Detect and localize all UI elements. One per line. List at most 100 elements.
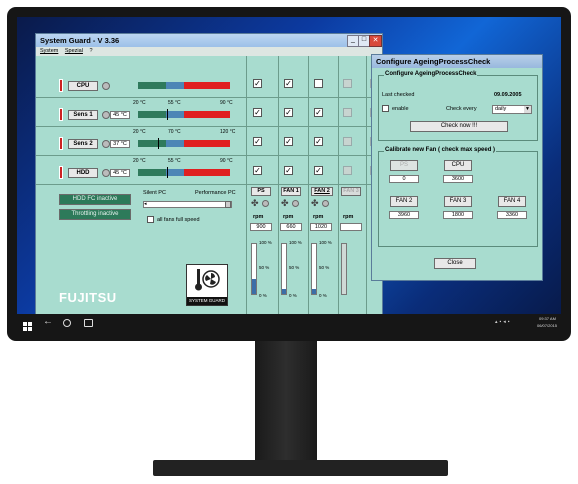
thermometer-fan-icon xyxy=(195,269,220,291)
check-every-select[interactable]: daily ▼ xyxy=(492,105,532,114)
sensor-range-high xyxy=(184,140,230,147)
grid-checkbox[interactable] xyxy=(343,79,352,88)
grid-checkbox[interactable]: ✓ xyxy=(314,137,323,146)
grid-checkbox[interactable]: ✓ xyxy=(284,166,293,175)
all-fans-checkbox[interactable] xyxy=(147,216,154,223)
taskbar-time: 09:37 AM xyxy=(539,316,556,321)
fan-button[interactable]: PS xyxy=(251,187,271,196)
grid-checkbox[interactable] xyxy=(314,79,323,88)
fan-scale-label: 50 % xyxy=(319,265,330,270)
last-checked-value: 09.09.2005 xyxy=(494,92,522,98)
grid-checkbox[interactable] xyxy=(343,108,352,117)
calibrate-fan-button[interactable]: PS xyxy=(390,160,418,171)
calibrate-fan-button[interactable]: CPU xyxy=(444,160,472,171)
slider-left-arrow[interactable]: ◂ xyxy=(144,202,150,207)
sensor-level-marker xyxy=(158,138,159,149)
sensor-scale-label: 90 °C xyxy=(220,100,233,106)
fan-scale-label: 100 % xyxy=(259,240,272,245)
throttling-button[interactable]: Throttling inactive xyxy=(59,209,131,220)
fan-scale-label: 100 % xyxy=(319,240,332,245)
grid-checkbox[interactable]: ✓ xyxy=(314,166,323,175)
enable-checkbox[interactable] xyxy=(382,105,389,112)
fan-button[interactable]: FAN 2 xyxy=(311,187,333,196)
fan-icon: ✤ xyxy=(251,198,259,208)
fan-scale-label: 50 % xyxy=(289,265,300,270)
slider-thumb[interactable] xyxy=(225,201,231,208)
search-circle-icon[interactable] xyxy=(63,319,71,327)
fan-scale-label: 100 % xyxy=(289,240,302,245)
fujitsu-logo: FUJITSU xyxy=(59,290,117,305)
grid-checkbox[interactable] xyxy=(343,166,352,175)
grid-divider xyxy=(338,56,339,316)
sensor-range-bar xyxy=(138,109,230,120)
sensor-range-mid xyxy=(166,169,184,176)
monitor-stand-neck xyxy=(255,341,317,469)
sensor-range-mid xyxy=(166,111,184,118)
sensor-range-high xyxy=(184,82,230,89)
menu-spezial[interactable]: Spezial xyxy=(65,48,83,54)
sensor-range-mid xyxy=(166,140,184,147)
calibrate-value-field: 3600 xyxy=(443,175,473,183)
grid-checkbox[interactable]: ✓ xyxy=(284,79,293,88)
calibrate-fan-button[interactable]: FAN 3 xyxy=(444,196,472,207)
sensor-button[interactable]: CPU xyxy=(68,81,98,91)
chevron-down-icon[interactable]: ▼ xyxy=(524,106,531,113)
sensor-range-high xyxy=(184,169,230,176)
rpm-field xyxy=(340,223,362,231)
sensor-led-icon xyxy=(102,140,110,148)
badge-label: SYSTEM GUARD xyxy=(187,297,227,305)
close-icon[interactable]: ✕ xyxy=(369,35,382,47)
sensor-temp-field: 45 °C xyxy=(110,169,130,177)
task-view-icon[interactable] xyxy=(84,319,93,327)
fan-scale-label: 0 % xyxy=(289,293,297,298)
fan-button[interactable]: FAN 1 xyxy=(281,187,301,196)
dialog-title: Configure AgeingProcessCheck xyxy=(376,57,491,66)
sensor-scale-label: 70 °C xyxy=(168,129,181,135)
grid-divider xyxy=(246,56,247,316)
close-button[interactable]: Close xyxy=(434,258,476,269)
window-title-bar[interactable]: System Guard - V 3.36 xyxy=(36,34,382,47)
row-divider xyxy=(36,126,382,127)
performance-slider[interactable]: ◂ xyxy=(143,201,232,208)
fan-led-icon xyxy=(322,200,329,207)
rpm-field: 660 xyxy=(280,223,302,231)
grid-checkbox[interactable]: ✓ xyxy=(284,137,293,146)
fan-button[interactable]: FAN 3 xyxy=(341,187,361,196)
grid-checkbox[interactable]: ✓ xyxy=(253,166,262,175)
windows-start-icon[interactable] xyxy=(23,318,32,331)
grid-checkbox[interactable]: ✓ xyxy=(253,137,262,146)
sensor-button[interactable]: HDD xyxy=(68,168,98,178)
window-title: System Guard - V 3.36 xyxy=(40,36,120,45)
sensor-led-icon xyxy=(102,111,110,119)
sensor-button[interactable]: Sens 2 xyxy=(68,139,98,149)
calibrate-fan-button[interactable]: FAN 4 xyxy=(498,196,526,207)
fan-scale-label: 0 % xyxy=(319,293,327,298)
dialog-title-bar[interactable]: Configure AgeingProcessCheck xyxy=(372,55,542,68)
fan-speed-bar xyxy=(251,243,257,295)
calibrate-value-field: 0 xyxy=(389,175,419,183)
fan-speed-fill xyxy=(282,289,286,294)
sensor-level-marker xyxy=(167,109,168,120)
sensor-button[interactable]: Sens 1 xyxy=(68,110,98,120)
fan-scale-label: 0 % xyxy=(259,293,267,298)
sensor-scale-label: 20 °C xyxy=(133,100,146,106)
grid-checkbox[interactable] xyxy=(343,137,352,146)
hdd-fc-button[interactable]: HDD FC inactive xyxy=(59,194,131,205)
grid-checkbox[interactable]: ✓ xyxy=(253,108,262,117)
fan-icon: ✤ xyxy=(281,198,289,208)
grid-checkbox[interactable]: ✓ xyxy=(284,108,293,117)
back-arrow-icon[interactable]: ← xyxy=(43,316,53,328)
check-now-button[interactable]: Check now !!! xyxy=(410,121,508,132)
calibrate-value-field: 1800 xyxy=(443,211,473,219)
sensor-temp-field: 37 °C xyxy=(110,140,130,148)
group1-title: Configure AgeingProcessCheck xyxy=(384,71,478,77)
grid-checkbox[interactable]: ✓ xyxy=(253,79,262,88)
rpm-label: rpm xyxy=(283,214,294,220)
tray-icons: ▴▪◂▪ xyxy=(495,319,512,325)
sensor-scale-label: 90 °C xyxy=(220,158,233,164)
calibrate-fan-button[interactable]: FAN 2 xyxy=(390,196,418,207)
monitor-screen: System Guard - V 3.36 _ □ ✕ System Spezi… xyxy=(17,17,561,332)
menu-help[interactable]: ? xyxy=(89,48,92,54)
grid-checkbox[interactable]: ✓ xyxy=(314,108,323,117)
menu-system[interactable]: System xyxy=(40,48,58,54)
